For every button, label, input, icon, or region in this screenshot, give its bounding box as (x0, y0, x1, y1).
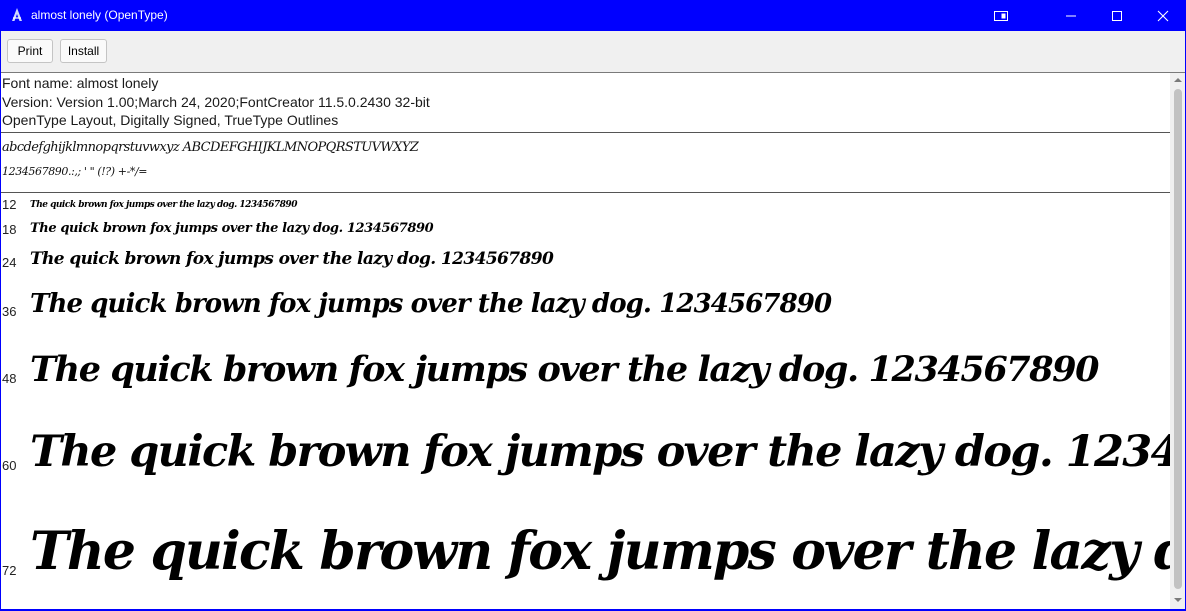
charset-letters: abcdefghijklmnopqrstuvwxyz ABCDEFGHIJKLM… (2, 140, 419, 155)
sample-size-label: 72 (2, 563, 17, 578)
font-version-line: Version: Version 1.00;March 24, 2020;Fon… (2, 93, 430, 110)
sample-size-label: 12 (2, 197, 17, 212)
scrollbar-thumb[interactable] (1174, 89, 1182, 589)
minimize-icon (1066, 15, 1076, 17)
sample-text: The quick brown fox jumps over the lazy … (30, 289, 832, 319)
close-icon (1157, 10, 1169, 22)
snap-layout-icon (994, 11, 1008, 21)
sample-size-label: 24 (2, 255, 17, 270)
sample-size-label: 18 (2, 222, 17, 237)
install-button[interactable]: Install (60, 39, 107, 63)
font-preview-area: Font name: almost lonely Version: Versio… (0, 73, 1170, 609)
charset-digits-symbols: 1234567890.:,; ' " (!?) +-*/= (2, 165, 148, 178)
sample-text: The quick brown fox jumps over the lazy … (30, 427, 1170, 477)
maximize-icon (1112, 11, 1122, 21)
minimize-button[interactable] (1048, 0, 1094, 31)
font-features-line: OpenType Layout, Digitally Signed, TrueT… (2, 112, 339, 128)
toolbar: Print Install (0, 31, 1186, 72)
sample-text: The quick brown fox jumps over the lazy … (30, 200, 297, 210)
scroll-up-arrow-icon[interactable] (1173, 76, 1183, 84)
window-title: almost lonely (OpenType) (31, 8, 168, 22)
sample-size-label: 48 (2, 371, 17, 386)
charset-divider (0, 192, 1170, 193)
scroll-down-arrow-icon[interactable] (1173, 596, 1183, 604)
sample-size-label: 36 (2, 304, 17, 319)
close-button[interactable] (1140, 0, 1186, 31)
maximize-button[interactable] (1094, 0, 1140, 31)
print-button[interactable]: Print (7, 39, 53, 63)
vertical-scrollbar[interactable] (1170, 73, 1186, 609)
info-divider (0, 132, 1170, 133)
sample-text: The quick brown fox jumps over the lazy … (30, 521, 1170, 582)
sample-text: The quick brown fox jumps over the lazy … (30, 249, 554, 269)
window-border-left (0, 31, 1, 611)
snap-layout-button[interactable] (978, 0, 1024, 31)
font-name-line: Font name: almost lonely (2, 75, 159, 91)
font-info: Font name: almost lonely Version: Versio… (2, 74, 430, 130)
sample-text: The quick brown fox jumps over the lazy … (30, 221, 434, 236)
sample-text: The quick brown fox jumps over the lazy … (30, 349, 1099, 390)
font-viewer-app-icon (9, 7, 25, 23)
title-bar: almost lonely (OpenType) (0, 0, 1186, 31)
sample-size-label: 60 (2, 458, 17, 473)
